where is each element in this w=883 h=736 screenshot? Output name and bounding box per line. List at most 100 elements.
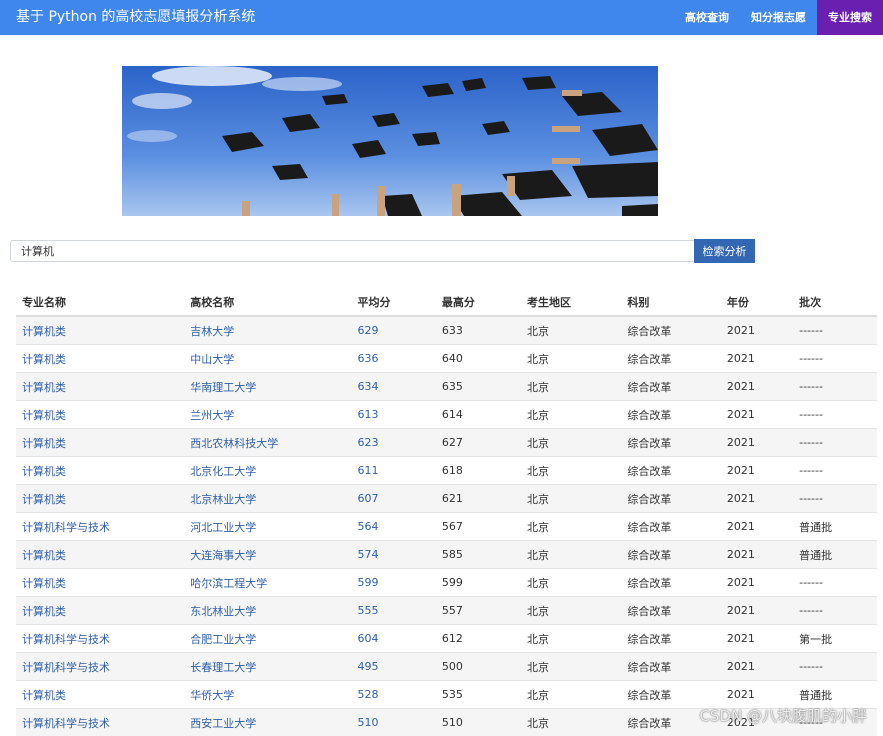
graduation-caps-illustration [122, 66, 658, 216]
cell-year: 2021 [721, 373, 793, 401]
school-link[interactable]: 哈尔滨工程大学 [190, 577, 267, 590]
cell-school-name: 合肥工业大学 [184, 625, 351, 653]
cell-category: 综合改革 [621, 373, 721, 401]
major-link[interactable]: 计算机类 [22, 325, 66, 338]
nav-item-school-query[interactable]: 高校查询 [674, 0, 740, 35]
cell-max-score: 640 [436, 345, 521, 373]
avg-score-value: 611 [358, 464, 379, 477]
cell-max-score: 557 [436, 597, 521, 625]
cell-batch: 普通批 [793, 541, 877, 569]
cell-avg-score: 574 [352, 541, 436, 569]
cell-avg-score: 607 [352, 485, 436, 513]
table-row: 计算机科学与技术长春理工大学495500北京综合改革2021------ [16, 653, 877, 681]
cell-school-name: 东北林业大学 [184, 597, 351, 625]
column-header-region: 考生地区 [521, 288, 621, 316]
cell-category: 综合改革 [621, 485, 721, 513]
major-link[interactable]: 计算机科学与技术 [22, 717, 110, 730]
major-link[interactable]: 计算机类 [22, 437, 66, 450]
cell-major-name: 计算机类 [16, 429, 184, 457]
cell-batch: ------ [793, 457, 877, 485]
school-link[interactable]: 合肥工业大学 [190, 633, 256, 646]
cell-major-name: 计算机类 [16, 597, 184, 625]
cell-region: 北京 [521, 653, 621, 681]
cell-category: 综合改革 [621, 653, 721, 681]
school-link[interactable]: 华南理工大学 [190, 381, 256, 394]
avg-score-value: 599 [358, 576, 379, 589]
cell-major-name: 计算机类 [16, 541, 184, 569]
school-link[interactable]: 大连海事大学 [190, 549, 256, 562]
cell-major-name: 计算机类 [16, 373, 184, 401]
csdn-watermark: CSDN @八块腹肌的小胖 [699, 705, 867, 726]
cell-region: 北京 [521, 345, 621, 373]
cell-region: 北京 [521, 457, 621, 485]
cell-avg-score: 599 [352, 569, 436, 597]
major-link[interactable]: 计算机类 [22, 465, 66, 478]
cell-category: 综合改革 [621, 541, 721, 569]
school-link[interactable]: 河北工业大学 [190, 521, 256, 534]
cell-max-score: 599 [436, 569, 521, 597]
school-link[interactable]: 北京林业大学 [190, 493, 256, 506]
table-header-row: 专业名称高校名称平均分最高分考生地区科别年份批次 [16, 288, 877, 316]
column-header-year: 年份 [721, 288, 793, 316]
cell-major-name: 计算机类 [16, 485, 184, 513]
app-title[interactable]: 基于 Python 的高校志愿填报分析系统 [16, 0, 255, 35]
school-link[interactable]: 西北农林科技大学 [190, 437, 278, 450]
school-link[interactable]: 吉林大学 [190, 325, 234, 338]
cell-avg-score: 629 [352, 316, 436, 345]
search-input[interactable]: 计算机 [10, 240, 694, 262]
school-link[interactable]: 西安工业大学 [190, 717, 256, 730]
cell-avg-score: 495 [352, 653, 436, 681]
cell-major-name: 计算机类 [16, 316, 184, 345]
cell-school-name: 中山大学 [184, 345, 351, 373]
cell-major-name: 计算机科学与技术 [16, 653, 184, 681]
major-link[interactable]: 计算机类 [22, 493, 66, 506]
major-link[interactable]: 计算机科学与技术 [22, 661, 110, 674]
column-header-avg-score: 平均分 [352, 288, 436, 316]
nav-item-score-apply[interactable]: 知分报志愿 [740, 0, 817, 35]
table-row: 计算机类西北农林科技大学623627北京综合改革2021------ [16, 429, 877, 457]
cell-category: 综合改革 [621, 625, 721, 653]
major-link[interactable]: 计算机类 [22, 409, 66, 422]
avg-score-value: 510 [358, 716, 379, 729]
column-header-school-name: 高校名称 [184, 288, 351, 316]
table-row: 计算机科学与技术合肥工业大学604612北京综合改革2021第一批 [16, 625, 877, 653]
nav-item-major-search[interactable]: 专业搜索 [817, 0, 883, 35]
cell-major-name: 计算机类 [16, 681, 184, 709]
cell-year: 2021 [721, 316, 793, 345]
cell-max-score: 614 [436, 401, 521, 429]
top-navbar: 基于 Python 的高校志愿填报分析系统 高校查询 知分报志愿 专业搜索 [0, 0, 883, 35]
avg-score-value: 607 [358, 492, 379, 505]
cell-avg-score: 564 [352, 513, 436, 541]
column-header-category: 科别 [621, 288, 721, 316]
cell-region: 北京 [521, 373, 621, 401]
school-link[interactable]: 长春理工大学 [190, 661, 256, 674]
cell-year: 2021 [721, 597, 793, 625]
avg-score-value: 604 [358, 632, 379, 645]
school-link[interactable]: 华侨大学 [190, 689, 234, 702]
cell-avg-score: 604 [352, 625, 436, 653]
school-link[interactable]: 中山大学 [190, 353, 234, 366]
school-link[interactable]: 兰州大学 [190, 409, 234, 422]
cell-region: 北京 [521, 569, 621, 597]
major-link[interactable]: 计算机类 [22, 549, 66, 562]
cell-avg-score: 634 [352, 373, 436, 401]
major-link[interactable]: 计算机类 [22, 353, 66, 366]
cell-batch: ------ [793, 401, 877, 429]
cell-category: 综合改革 [621, 401, 721, 429]
major-link[interactable]: 计算机类 [22, 577, 66, 590]
table-row: 计算机类北京化工大学611618北京综合改革2021------ [16, 457, 877, 485]
cell-school-name: 兰州大学 [184, 401, 351, 429]
cell-school-name: 河北工业大学 [184, 513, 351, 541]
major-link[interactable]: 计算机科学与技术 [22, 521, 110, 534]
school-link[interactable]: 东北林业大学 [190, 605, 256, 618]
school-link[interactable]: 北京化工大学 [190, 465, 256, 478]
search-analyze-button[interactable]: 检索分析 [694, 239, 755, 263]
avg-score-value: 574 [358, 548, 379, 561]
major-link[interactable]: 计算机类 [22, 381, 66, 394]
major-link[interactable]: 计算机类 [22, 689, 66, 702]
major-link[interactable]: 计算机类 [22, 605, 66, 618]
cell-major-name: 计算机类 [16, 569, 184, 597]
cell-category: 综合改革 [621, 569, 721, 597]
cell-batch: 第一批 [793, 625, 877, 653]
major-link[interactable]: 计算机科学与技术 [22, 633, 110, 646]
